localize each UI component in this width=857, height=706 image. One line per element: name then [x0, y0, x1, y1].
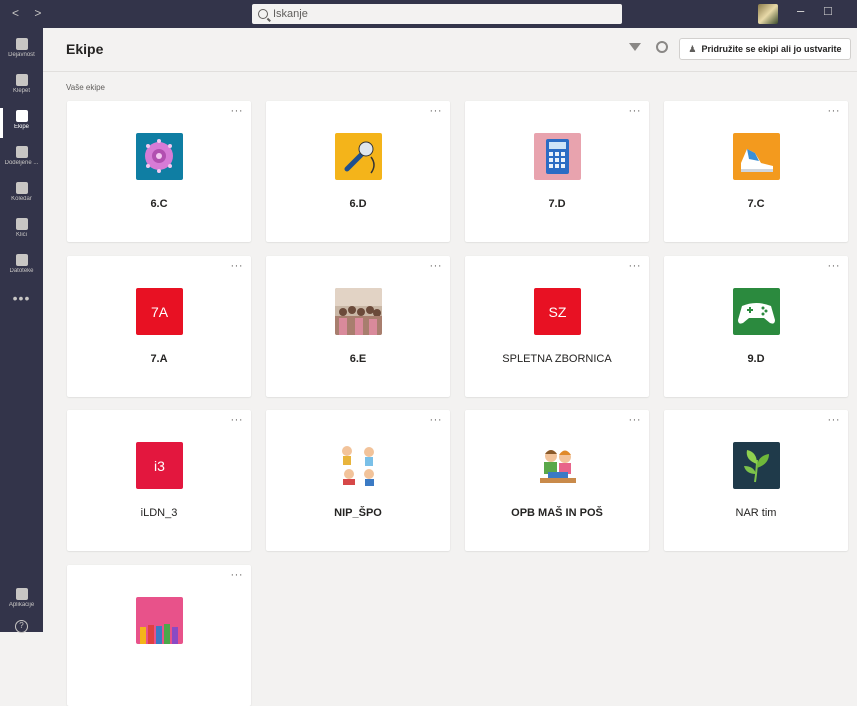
more-options-icon[interactable]: ···: [231, 260, 244, 272]
rail-label: Datoteke: [9, 268, 34, 274]
team-card[interactable]: ··· NIP_ŠPO: [266, 410, 450, 551]
team-name: iLDN_3: [140, 507, 178, 519]
pencils-image-icon: [136, 597, 183, 644]
rail-item-activity[interactable]: Dejavnost: [0, 34, 43, 70]
teams-icon: [15, 110, 28, 122]
kids-reading-icon: [534, 442, 581, 489]
team-name: NIP_ŠPO: [334, 507, 382, 519]
rail-item-assignments[interactable]: Dodeljene ...: [0, 142, 43, 178]
rail-label: Klepet: [12, 88, 30, 94]
nav-arrows[interactable]: < >: [12, 6, 47, 20]
more-apps-icon[interactable]: •••: [0, 290, 43, 306]
more-options-icon[interactable]: ···: [629, 105, 642, 117]
rail-item-chat[interactable]: Klepet: [0, 70, 43, 106]
apps-icon: [15, 588, 28, 600]
more-options-icon[interactable]: ···: [430, 260, 443, 272]
team-name: 6.E: [349, 353, 367, 365]
rail-item-files[interactable]: Datoteke: [0, 250, 43, 286]
chat-icon: [15, 74, 28, 86]
file-icon: [15, 254, 28, 266]
backpack-icon: [15, 146, 28, 158]
team-name: 7.A: [150, 353, 168, 365]
rail-item-apps[interactable]: Aplikacije: [0, 584, 43, 620]
more-options-icon[interactable]: ···: [629, 414, 642, 426]
join-button-label: Pridružite se ekipi ali jo ustvarite: [701, 44, 842, 54]
more-options-icon[interactable]: ···: [430, 105, 443, 117]
team-card[interactable]: ··· 7A 7.A: [67, 256, 251, 397]
more-options-icon[interactable]: ···: [231, 569, 244, 581]
team-card[interactable]: ···: [67, 565, 251, 706]
help-icon[interactable]: ?: [15, 620, 28, 633]
microphone-image-icon: [335, 133, 382, 180]
more-options-icon[interactable]: ···: [231, 105, 244, 117]
team-name: 7.D: [548, 198, 566, 210]
team-initials-tile: 7A: [136, 288, 183, 335]
rail-label: Koledar: [11, 196, 32, 202]
more-options-icon[interactable]: ···: [828, 105, 841, 117]
team-name: SPLETNA ZBORNICA: [502, 353, 612, 365]
team-name: OPB MAŠ IN POŠ: [511, 507, 603, 519]
team-card[interactable]: ··· 7.C: [664, 101, 848, 242]
leaf-image-icon: [733, 442, 780, 489]
more-options-icon[interactable]: ···: [828, 414, 841, 426]
team-card[interactable]: ··· NAR tim: [664, 410, 848, 551]
section-label: Vaše ekipe: [66, 83, 105, 92]
more-options-icon[interactable]: ···: [231, 414, 244, 426]
gear-icon[interactable]: [656, 41, 668, 53]
maximize-icon[interactable]: □: [824, 3, 832, 18]
rail-label: Ekipe: [13, 124, 29, 130]
team-initials-tile: i3: [136, 442, 183, 489]
rail-item-teams[interactable]: Ekipe: [0, 106, 43, 142]
filter-icon[interactable]: [629, 43, 641, 51]
rail-item-calls[interactable]: Klici: [0, 214, 43, 250]
app-rail: Dejavnost Klepet Ekipe Dodeljene ... Kol…: [0, 28, 43, 633]
avatar[interactable]: [758, 4, 778, 24]
team-card[interactable]: ··· OPB MAŠ IN POŠ: [465, 410, 649, 551]
team-card[interactable]: ··· 9.D: [664, 256, 848, 397]
page-title: Ekipe: [66, 41, 104, 57]
add-people-icon: ♟: [688, 43, 697, 54]
team-initials: 7A: [150, 303, 169, 320]
group-photo-icon: [335, 288, 382, 335]
bell-icon: [15, 38, 28, 50]
rail-label: Dejavnost: [8, 52, 35, 58]
rail-label: Dodeljene ...: [4, 160, 39, 166]
team-name: 6.C: [150, 198, 168, 210]
team-card[interactable]: ··· 6.E: [266, 256, 450, 397]
minimize-icon[interactable]: –: [797, 3, 804, 18]
join-or-create-team-button[interactable]: ♟ Pridružite se ekipi ali jo ustvarite: [679, 38, 851, 60]
team-card[interactable]: ··· i3 iLDN_3: [67, 410, 251, 551]
search-icon: [258, 9, 268, 19]
rail-item-calendar[interactable]: Koledar: [0, 178, 43, 214]
team-card[interactable]: ··· 7.D: [465, 101, 649, 242]
team-initials: SZ: [548, 303, 567, 320]
search-input[interactable]: Iskanje: [252, 4, 622, 24]
calendar-icon: [15, 182, 28, 194]
title-bar: < > Iskanje – □: [0, 0, 857, 28]
virus-image-icon: [136, 133, 183, 180]
team-name: 6.D: [349, 198, 367, 210]
page-header: Ekipe ♟ Pridružite se ekipi ali jo ustva…: [43, 28, 857, 72]
kids-playing-icon: [335, 442, 382, 489]
search-placeholder: Iskanje: [273, 8, 308, 20]
team-initials: i3: [154, 457, 165, 474]
rail-label: Aplikacije: [8, 602, 35, 608]
team-name: NAR tim: [735, 507, 777, 519]
gamepad-image-icon: [733, 288, 780, 335]
team-card[interactable]: ··· 6.D: [266, 101, 450, 242]
team-initials-tile: SZ: [534, 288, 581, 335]
team-card[interactable]: ··· SZ SPLETNA ZBORNICA: [465, 256, 649, 397]
more-options-icon[interactable]: ···: [430, 414, 443, 426]
more-options-icon[interactable]: ···: [629, 260, 642, 272]
team-name: 9.D: [747, 353, 765, 365]
team-name: 7.C: [747, 198, 765, 210]
team-card[interactable]: ··· 6.C: [67, 101, 251, 242]
phone-icon: [15, 218, 28, 230]
rail-label: Klici: [15, 232, 27, 238]
calculator-image-icon: [534, 133, 581, 180]
sneaker-image-icon: [733, 133, 780, 180]
more-options-icon[interactable]: ···: [828, 260, 841, 272]
